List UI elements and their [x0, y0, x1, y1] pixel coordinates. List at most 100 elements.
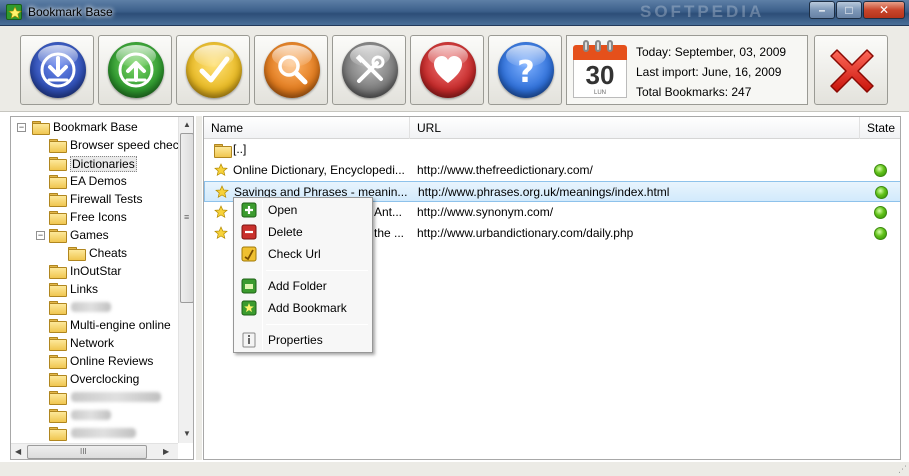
tree-item-label: Multi-engine online [70, 318, 171, 332]
tree-vertical-scrollbar[interactable]: ▲ ≡ ▼ [178, 117, 193, 443]
hscroll-thumb[interactable]: III [27, 445, 147, 459]
collapse-toggle[interactable]: − [36, 231, 45, 240]
panel-splitter[interactable] [196, 116, 202, 460]
add-folder-icon [241, 278, 257, 294]
check-button[interactable] [176, 35, 250, 105]
tree-item-label: Cheats [89, 246, 128, 260]
folder-icon [49, 283, 67, 297]
tree-item[interactable]: Multi-engine online [11, 316, 177, 334]
folder-icon [49, 175, 67, 189]
menu-item-check-url[interactable]: Check Url [236, 243, 370, 265]
status-ok-icon [874, 206, 887, 219]
properties-icon [242, 332, 256, 348]
scroll-down-arrow[interactable]: ▼ [183, 429, 191, 438]
favorites-button[interactable] [410, 35, 484, 105]
tree-item[interactable]: Firewall Tests [11, 190, 177, 208]
app-star-icon [6, 4, 22, 20]
scroll-thumb[interactable]: ≡ [180, 133, 193, 303]
tree-item-label: Free Icons [70, 210, 127, 224]
menu-label: Properties [268, 333, 323, 347]
help-button[interactable]: ? [488, 35, 562, 105]
exit-button[interactable] [814, 35, 888, 105]
export-button[interactable] [98, 35, 172, 105]
bookmark-name-tail: the ... [374, 226, 405, 240]
column-state[interactable]: State [860, 117, 900, 139]
tree-item[interactable]: Overclocking [11, 370, 177, 388]
tree-item-label: Dictionaries [70, 156, 137, 172]
tree-item[interactable]: Browser speed chec [11, 136, 179, 154]
tree-item-label: Firewall Tests [70, 192, 143, 206]
menu-item-open[interactable]: Open [236, 199, 370, 221]
maximize-button[interactable]: □ [836, 1, 862, 19]
tree-root-label: Bookmark Base [53, 120, 138, 134]
last-import-text: Last import: June, 16, 2009 [636, 65, 782, 79]
search-button[interactable] [254, 35, 328, 105]
tree-item[interactable]: Online Reviews [11, 352, 177, 370]
tree-item[interactable]: EA Demos [11, 172, 177, 190]
import-button[interactable] [20, 35, 94, 105]
tree-item[interactable] [11, 424, 177, 442]
today-text: Today: September, 03, 2009 [636, 45, 787, 59]
tree-item[interactable]: InOutStar [11, 262, 177, 280]
collapse-toggle[interactable]: − [17, 123, 26, 132]
tree-item[interactable]: Cheats [11, 244, 177, 262]
menu-label: Add Folder [268, 279, 327, 293]
menu-item-add-folder[interactable]: Add Folder [236, 275, 370, 297]
star-icon [214, 163, 228, 177]
upload-arrow-icon [108, 42, 164, 98]
resize-grip-icon[interactable]: ⋰ [898, 464, 907, 475]
total-bookmarks-text: Total Bookmarks: 247 [636, 85, 752, 99]
tree-item-label: Online Reviews [70, 354, 154, 368]
tree-item[interactable]: − Games [11, 226, 177, 244]
folder-icon [49, 157, 67, 171]
folder-icon [49, 193, 67, 207]
tree-item[interactable] [11, 406, 177, 424]
tree-item-label: Network [70, 336, 115, 350]
menu-item-add-bookmark[interactable]: Add Bookmark [236, 297, 370, 319]
menu-label: Open [268, 203, 298, 217]
star-icon [214, 205, 228, 219]
tree-item[interactable]: Dictionaries [11, 154, 177, 172]
menu-item-delete[interactable]: Delete [236, 221, 370, 243]
status-ok-icon [874, 164, 887, 177]
tree-item[interactable] [11, 298, 177, 316]
star-icon [214, 226, 228, 240]
scroll-up-arrow[interactable]: ▲ [183, 120, 191, 129]
tree-root[interactable]: − Bookmark Base [11, 118, 177, 136]
folder-icon [68, 247, 86, 261]
folder-tree[interactable]: − Bookmark Base Browser speed chec Dictio… [10, 116, 194, 460]
parent-folder-row[interactable]: [..] [204, 139, 900, 160]
folder-icon [49, 301, 67, 315]
status-ok-icon [874, 227, 887, 240]
folder-icon [49, 265, 67, 279]
folder-icon [49, 391, 67, 405]
add-bookmark-icon [241, 300, 257, 316]
title-bar: Bookmark Base SOFTPEDIA – □ ✕ [0, 0, 909, 26]
menu-item-properties[interactable]: Properties [236, 329, 370, 351]
tree-item-label: Links [70, 282, 99, 296]
check-url-icon [241, 246, 257, 262]
tree-item-label: Overclocking [70, 372, 140, 386]
menu-label: Add Bookmark [268, 301, 347, 315]
tree-horizontal-scrollbar[interactable]: ◀ III ▶ [11, 443, 178, 459]
tree-item[interactable]: Links [11, 280, 177, 298]
folder-icon [49, 337, 67, 351]
bookmark-url: http://www.thefreedictionary.com/ [417, 163, 593, 177]
folder-icon [49, 355, 67, 369]
parent-folder-label: [..] [233, 142, 247, 156]
obscured-label [71, 302, 111, 312]
scroll-right-arrow[interactable]: ▶ [163, 447, 169, 456]
tree-item[interactable] [11, 388, 177, 406]
close-button[interactable]: ✕ [863, 1, 905, 19]
column-name[interactable]: Name [204, 117, 410, 139]
tree-item[interactable]: Network [11, 334, 177, 352]
context-menu: Open Delete Check Url Add Folder Add Boo… [233, 197, 373, 353]
tree-item-label: InOutStar [70, 264, 122, 278]
minimize-button[interactable]: – [809, 1, 835, 19]
table-row[interactable]: Online Dictionary, Encyclopedi... http://… [204, 160, 900, 181]
tree-item[interactable]: Free Icons [11, 208, 177, 226]
column-url[interactable]: URL [410, 117, 860, 139]
scroll-left-arrow[interactable]: ◀ [15, 447, 21, 456]
status-ok-icon [875, 186, 888, 199]
settings-button[interactable] [332, 35, 406, 105]
